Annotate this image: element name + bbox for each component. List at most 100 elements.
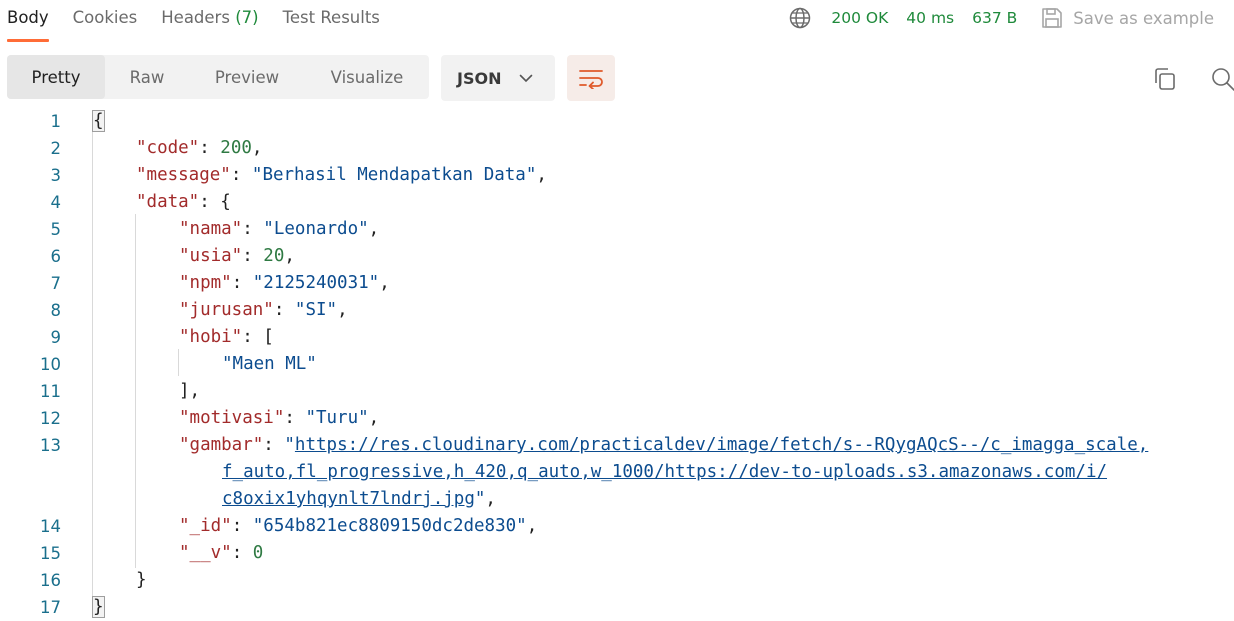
view-pretty[interactable]: Pretty (7, 55, 105, 99)
code-line: 14 "_id": "654b821ec8809150dc2de830", (0, 513, 1234, 540)
json-punct: , (379, 273, 390, 293)
json-punct: : [ (242, 327, 274, 347)
tab-test-results[interactable]: Test Results (283, 0, 380, 34)
response-body-viewer[interactable]: 1{2 "code": 200, 3 "message": "Berhasil Men… (0, 108, 1234, 621)
wrap-lines-icon (579, 70, 603, 89)
json-key: "nama" (179, 219, 243, 239)
json-key: "hobi" (179, 327, 243, 347)
response-tabs: Body Cookies Headers (7) Test Results (0, 0, 404, 42)
tab-headers-label: Headers (161, 8, 230, 27)
json-key: "npm" (179, 273, 232, 293)
json-punct: : (263, 435, 285, 455)
line-number: 15 (40, 544, 61, 563)
wrap-lines-button[interactable] (567, 55, 615, 101)
code-text: "message": "Berhasil Mendapatkan Data", (136, 162, 547, 189)
json-string: "Maen ML" (222, 354, 317, 374)
json-punct: : (231, 273, 253, 293)
code-line: 15 "__v": 0 (0, 540, 1234, 567)
view-visualize[interactable]: Visualize (305, 55, 429, 99)
tab-test-results-label: Test Results (282, 8, 380, 27)
image-url-link[interactable]: https://res.cloudinary.com/practicaldev/… (295, 435, 1148, 455)
view-raw[interactable]: Raw (105, 55, 189, 99)
json-punct: : (273, 300, 295, 320)
code-line: 12 "motivasi": "Turu", (0, 405, 1234, 432)
json-punct: } (136, 570, 147, 590)
json-string: "2125240031" (252, 273, 380, 293)
json-punct: : { (199, 192, 231, 212)
json-punct: , (337, 300, 348, 320)
tab-body-label: Body (7, 8, 49, 27)
response-time[interactable]: 40 ms (906, 9, 954, 27)
line-number: 10 (40, 355, 61, 374)
code-text: } (136, 567, 147, 594)
image-url-link[interactable]: c8oxix1yhqynlt7lndrj.jpg (222, 489, 475, 509)
globe-icon[interactable] (789, 7, 811, 29)
status-code[interactable]: 200 OK (831, 9, 888, 27)
code-text: "jurusan": "SI", (179, 297, 348, 324)
json-punct: , (284, 246, 295, 266)
json-punct: : (242, 246, 264, 266)
root-brace: { (92, 110, 105, 132)
json-string: "SI" (294, 300, 338, 320)
code-line: 11], (0, 378, 1234, 405)
code-text: { (92, 108, 105, 135)
line-number: 9 (50, 328, 62, 347)
tab-cookies[interactable]: Cookies (73, 0, 138, 34)
tab-body[interactable]: Body (7, 0, 49, 42)
code-line: 5 "nama": "Leonardo", (0, 216, 1234, 243)
json-string: "Turu" (305, 408, 369, 428)
code-line: 4 "data": { (0, 189, 1234, 216)
search-icon[interactable] (1210, 66, 1234, 92)
code-text: f_auto,fl_progressive,h_420,q_auto,w_100… (222, 459, 1107, 486)
line-number: 8 (50, 301, 62, 320)
copy-icon[interactable] (1152, 66, 1178, 92)
json-punct: : (242, 219, 264, 239)
view-visualize-label: Visualize (330, 67, 404, 87)
code-line: 13 "gambar": "https://res.cloudinary.com/… (0, 432, 1234, 459)
format-dropdown[interactable]: JSON (441, 55, 555, 101)
code-text: "__v": 0 (179, 540, 263, 567)
code-text: } (92, 594, 105, 621)
view-preview[interactable]: Preview (189, 55, 305, 99)
json-key: "motivasi" (179, 408, 285, 428)
json-string: " (474, 489, 486, 509)
save-as-example-label: Save as example (1073, 8, 1214, 28)
tab-cookies-label: Cookies (72, 8, 138, 27)
headers-count: (7) (235, 8, 259, 27)
code-text: "data": { (136, 189, 231, 216)
json-number: 0 (252, 543, 264, 563)
json-punct: , (536, 165, 547, 185)
json-punct: : (230, 165, 252, 185)
json-punct: , (526, 516, 538, 536)
save-icon (1042, 8, 1063, 28)
line-number: 12 (40, 409, 61, 428)
code-text: "hobi": [ (179, 324, 274, 351)
view-pretty-label: Pretty (31, 67, 81, 87)
line-number: 6 (50, 247, 62, 266)
json-key: "_id" (179, 516, 232, 536)
code-line: 10 "Maen ML" (0, 351, 1234, 378)
code-line: 16} (0, 567, 1234, 594)
code-text: c8oxix1yhqynlt7lndrj.jpg", (222, 486, 496, 513)
code-line: 2 "code": 200, (0, 135, 1234, 162)
code-line: 1{ (0, 108, 1234, 135)
code-text: "nama": "Leonardo", (179, 216, 379, 243)
code-line: 17} (0, 594, 1234, 621)
tab-headers[interactable]: Headers (7) (161, 0, 258, 34)
code-text: "gambar": "https://res.cloudinary.com/pr… (179, 432, 1148, 459)
json-key: "gambar" (179, 435, 264, 455)
code-line: 3 "message": "Berhasil Mendapatkan Data", (0, 162, 1234, 189)
response-size[interactable]: 637 B (972, 9, 1017, 27)
json-punct: , (368, 408, 380, 428)
json-number: 20 (263, 246, 285, 266)
line-number: 1 (50, 112, 62, 131)
code-text: "_id": "654b821ec8809150dc2de830", (179, 513, 537, 540)
image-url-link[interactable]: f_auto,fl_progressive,h_420,q_auto,w_100… (222, 462, 1107, 482)
line-number: 13 (40, 436, 61, 455)
code-text: ], (179, 378, 200, 405)
line-number: 4 (50, 193, 62, 212)
save-as-example-button[interactable]: Save as example (1041, 7, 1214, 29)
json-string: "Berhasil Mendapatkan Data" (251, 165, 537, 185)
line-number: 16 (40, 571, 61, 590)
json-string: "Leonardo" (263, 219, 369, 239)
